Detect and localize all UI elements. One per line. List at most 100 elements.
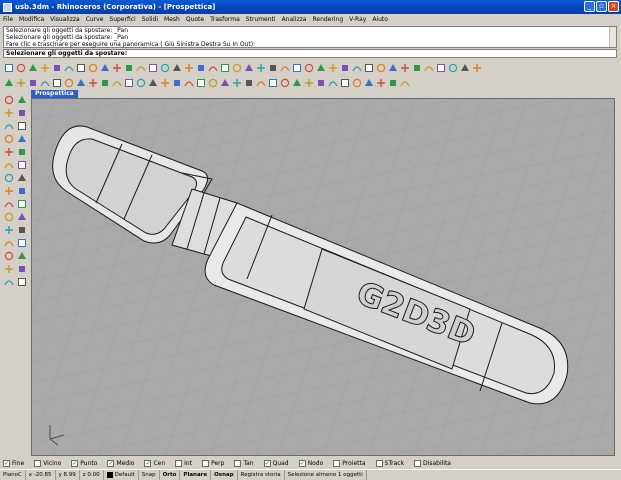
osnap-nodo[interactable]: ✓ Nodo — [298, 459, 323, 467]
polygon-tool-icon[interactable] — [16, 146, 28, 157]
extrude-tool-icon[interactable] — [16, 159, 28, 170]
polygon-icon[interactable] — [99, 77, 110, 88]
sphere-icon[interactable] — [183, 77, 194, 88]
revolve-icon[interactable] — [147, 77, 158, 88]
xray-icon[interactable] — [375, 62, 386, 73]
vray-render-icon[interactable] — [399, 62, 410, 73]
menu-curve[interactable]: Curve — [86, 16, 104, 23]
split-icon[interactable] — [279, 77, 290, 88]
rotate-view-icon[interactable] — [135, 62, 146, 73]
rendered-icon[interactable] — [351, 62, 362, 73]
wireframe-icon[interactable] — [327, 62, 338, 73]
save-icon[interactable] — [27, 62, 38, 73]
select-all-icon[interactable] — [255, 62, 266, 73]
zoom-icon[interactable] — [147, 62, 158, 73]
point-icon[interactable] — [3, 77, 14, 88]
move-icon[interactable] — [315, 77, 326, 88]
circle-tool-icon[interactable] — [3, 120, 15, 131]
osnap-checkbox[interactable]: ✓ — [3, 459, 10, 467]
copy-icon[interactable] — [75, 62, 86, 73]
sphere-tool-icon[interactable] — [16, 172, 28, 183]
render-icon[interactable] — [303, 62, 314, 73]
curve-tool-icon[interactable] — [16, 133, 28, 144]
box-icon[interactable] — [171, 77, 182, 88]
vray-options-icon[interactable] — [411, 62, 422, 73]
vray-light-icon[interactable] — [447, 62, 458, 73]
extrude-icon[interactable] — [123, 77, 134, 88]
vray-camera-icon[interactable] — [471, 62, 482, 73]
curve-icon[interactable] — [39, 77, 50, 88]
polyline-icon[interactable] — [27, 77, 38, 88]
layer-icon[interactable] — [267, 62, 278, 73]
pan-icon[interactable] — [123, 62, 134, 73]
redo-icon[interactable] — [111, 62, 122, 73]
boolean-diff-icon[interactable] — [219, 77, 230, 88]
vray-frame-icon[interactable] — [435, 62, 446, 73]
snap-icon[interactable] — [243, 62, 254, 73]
boolean-tool-icon[interactable] — [3, 185, 15, 196]
analyze-tool-icon[interactable] — [16, 276, 28, 287]
osnap-proietta[interactable]: Proietta — [333, 459, 366, 467]
osnap-strack[interactable]: STrack — [375, 459, 404, 467]
osnap-checkbox[interactable]: ✓ — [107, 459, 115, 467]
loft-icon[interactable] — [135, 77, 146, 88]
polyline-tool-icon[interactable] — [3, 107, 15, 118]
planar-toggle[interactable]: Planare — [180, 470, 212, 480]
copy-obj-icon[interactable] — [327, 77, 338, 88]
circle-icon[interactable] — [51, 77, 62, 88]
menu-visualizza[interactable]: Visualizza — [50, 16, 80, 23]
close-button[interactable]: × — [608, 1, 619, 12]
offset-icon[interactable] — [255, 77, 266, 88]
shaded-icon[interactable] — [339, 62, 350, 73]
boolean-union-icon[interactable] — [207, 77, 218, 88]
rectangle-icon[interactable] — [87, 77, 98, 88]
move-tool-icon[interactable] — [3, 198, 15, 209]
menu-strumenti[interactable]: Strumenti — [246, 16, 276, 23]
history-scrollbar[interactable] — [609, 27, 616, 47]
menu-rendering[interactable]: Rendering — [312, 16, 343, 23]
ellipse-icon[interactable] — [75, 77, 86, 88]
cylinder-icon[interactable] — [195, 77, 206, 88]
vray-material-icon[interactable] — [423, 62, 434, 73]
command-history[interactable]: Selezionare gli oggetti da spostare: _Pa… — [3, 26, 617, 48]
osnap-perp[interactable]: Perp — [202, 459, 224, 467]
trim-icon[interactable] — [267, 77, 278, 88]
osnap-fine[interactable]: ✓ Fine — [3, 459, 24, 467]
cplane-icon[interactable] — [219, 62, 230, 73]
dimension-tool-icon[interactable] — [3, 263, 15, 274]
ghosted-icon[interactable] — [363, 62, 374, 73]
fillet-icon[interactable] — [231, 77, 242, 88]
zoom-extents-icon[interactable] — [171, 62, 182, 73]
mirror-tool-icon[interactable] — [3, 224, 15, 235]
osnap-disabilita[interactable]: Disabilita — [414, 459, 451, 467]
align-icon[interactable] — [387, 77, 398, 88]
chamfer-icon[interactable] — [243, 77, 254, 88]
fillet-curve-icon[interactable] — [3, 146, 15, 157]
scale-tool-icon[interactable] — [16, 211, 28, 222]
osnap-checkbox[interactable] — [234, 459, 242, 467]
menu-solidi[interactable]: Solidi — [142, 16, 158, 23]
rotate-icon[interactable] — [339, 77, 350, 88]
osnap-checkbox[interactable] — [333, 459, 341, 467]
box-tool-icon[interactable] — [3, 172, 15, 183]
copy-tool-icon[interactable] — [16, 198, 28, 209]
viewport-tab[interactable]: Prospettica — [31, 90, 78, 98]
rhino-app-icon[interactable] — [3, 2, 12, 12]
import-icon[interactable] — [51, 62, 62, 73]
mirror-icon[interactable] — [363, 77, 374, 88]
group-tool-icon[interactable] — [16, 250, 28, 261]
osnap-checkbox[interactable] — [34, 459, 42, 467]
light-icon[interactable] — [279, 62, 290, 73]
menu-modifica[interactable]: Modifica — [19, 16, 44, 23]
osnap-checkbox[interactable]: ✓ — [298, 459, 306, 467]
osnap-tan[interactable]: Tan — [234, 459, 254, 467]
osnap-checkbox[interactable]: ✓ — [144, 459, 152, 467]
osnap-vicino[interactable]: Vicino — [34, 459, 61, 467]
line-icon[interactable] — [15, 77, 26, 88]
select-icon[interactable] — [3, 94, 15, 105]
osnap-checkbox[interactable] — [175, 459, 183, 467]
new-icon[interactable] — [3, 62, 14, 73]
group-icon[interactable] — [399, 77, 410, 88]
ellipse-tool-icon[interactable] — [16, 120, 28, 131]
osnap-checkbox[interactable]: ✓ — [71, 459, 79, 467]
